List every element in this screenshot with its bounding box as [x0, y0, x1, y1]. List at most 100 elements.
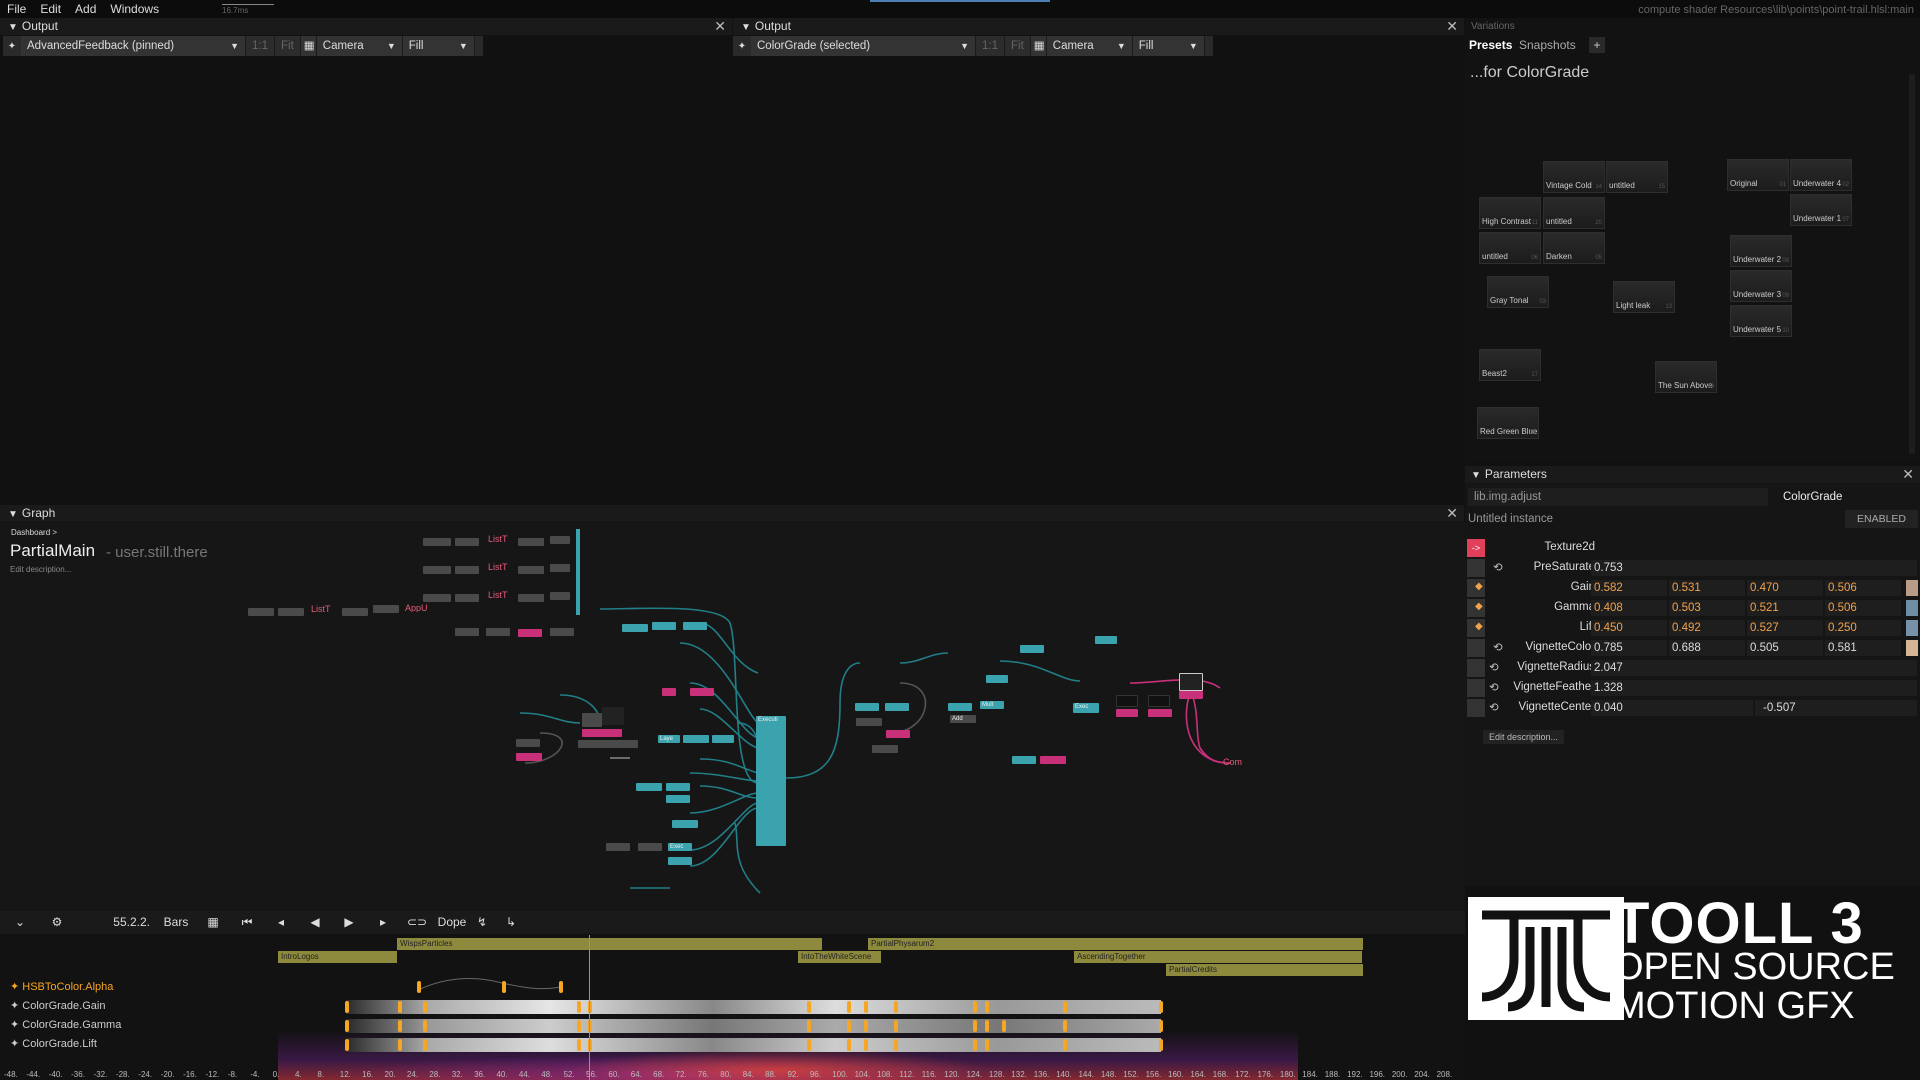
snap-icon[interactable]: ↯: [470, 915, 494, 929]
param-toggle[interactable]: [1467, 659, 1485, 677]
graph-node[interactable]: [248, 608, 274, 616]
menu-windows[interactable]: Windows: [103, 0, 166, 18]
preset-tile[interactable]: Original 01: [1727, 159, 1789, 191]
operator-dropdown[interactable]: AdvancedFeedback (pinned) ▼: [21, 36, 246, 56]
graph-node-exec[interactable]: Exec: [1073, 703, 1099, 713]
graph-node-list[interactable]: ListT: [486, 563, 516, 571]
collapse-icon[interactable]: ▼: [741, 19, 751, 36]
graph-node[interactable]: [1040, 756, 1066, 764]
keyframe[interactable]: [1063, 1039, 1067, 1051]
keyframe[interactable]: [1063, 1001, 1067, 1013]
preset-tile[interactable]: Underwater 2 08: [1730, 235, 1792, 267]
step-back-icon[interactable]: ◂: [264, 915, 298, 929]
fill-dropdown[interactable]: Fill ▼: [402, 36, 475, 56]
graph-node[interactable]: [712, 735, 734, 743]
param-value-a[interactable]: 0.581: [1825, 640, 1901, 656]
graph-node-list[interactable]: ListT: [486, 535, 516, 543]
preset-tile[interactable]: untitled 06: [1479, 232, 1541, 264]
keyframe[interactable]: [973, 1001, 977, 1013]
keyframe[interactable]: [577, 1039, 581, 1051]
graph-node-multiply[interactable]: Mult: [980, 701, 1004, 709]
keyframe[interactable]: [973, 1020, 977, 1032]
param-value-g[interactable]: 0.492: [1669, 620, 1745, 636]
graph-node-execute[interactable]: Executi: [756, 716, 786, 846]
instance-name[interactable]: Untitled instance: [1468, 513, 1553, 525]
param-value-r[interactable]: 0.582: [1591, 580, 1667, 596]
keyframe[interactable]: [985, 1020, 989, 1032]
param-value-b[interactable]: 0.470: [1747, 580, 1823, 596]
keyframe[interactable]: [345, 1039, 349, 1051]
color-swatch[interactable]: [1906, 620, 1918, 636]
graph-node[interactable]: [885, 703, 909, 711]
keyframe[interactable]: [1159, 1001, 1163, 1013]
graph-node-app[interactable]: AppU: [403, 604, 433, 612]
animated-keyframe-icon[interactable]: ◆: [1475, 601, 1483, 612]
one-to-one-button[interactable]: 1:1: [976, 36, 1005, 56]
param-value-g[interactable]: 0.531: [1669, 580, 1745, 596]
graph-node[interactable]: [622, 624, 648, 632]
tab-snapshots[interactable]: Snapshots: [1519, 38, 1576, 52]
param-value-g[interactable]: 0.688: [1669, 640, 1745, 656]
preset-tile[interactable]: Underwater 4 02: [1790, 159, 1852, 191]
graph-node[interactable]: [550, 536, 570, 544]
param-toggle[interactable]: [1467, 699, 1485, 717]
param-toggle[interactable]: [1467, 559, 1485, 577]
graph-node-thumbnail[interactable]: [1116, 695, 1138, 707]
graph-node[interactable]: [516, 753, 542, 761]
param-toggle[interactable]: [1467, 679, 1485, 697]
pin-icon[interactable]: ✦: [3, 41, 21, 52]
preset-tile[interactable]: Underwater 3 09: [1730, 270, 1792, 302]
preset-tile[interactable]: untitled 20: [1543, 197, 1605, 229]
param-value-g[interactable]: 0.503: [1669, 600, 1745, 616]
keyframe[interactable]: [423, 1020, 427, 1032]
graph-node[interactable]: [652, 622, 676, 630]
keyframe[interactable]: [577, 1001, 581, 1013]
graph-node[interactable]: [638, 843, 662, 851]
preset-tile[interactable]: Gray Tonal 03: [1487, 276, 1549, 308]
add-button[interactable]: +: [1589, 37, 1605, 53]
graph-node[interactable]: [856, 718, 882, 726]
preset-tile[interactable]: Darken 05: [1543, 232, 1605, 264]
graph-node-layer[interactable]: Laye: [658, 735, 680, 743]
graph-node[interactable]: [690, 688, 714, 696]
color-swatch[interactable]: [1906, 640, 1918, 656]
connect-input-button[interactable]: ->: [1467, 539, 1485, 557]
param-value-a[interactable]: 0.506: [1825, 600, 1901, 616]
keyframe[interactable]: [894, 1020, 898, 1032]
preset-tile[interactable]: The Sun Above 19: [1655, 361, 1717, 393]
graph-node-list[interactable]: ListT: [309, 605, 339, 613]
graph-node[interactable]: [636, 783, 662, 791]
param-value-r[interactable]: 0.785: [1591, 640, 1667, 656]
collapse-icon[interactable]: ▼: [1471, 470, 1481, 481]
close-icon[interactable]: ✕: [1902, 466, 1914, 482]
graph-node-thumbnail[interactable]: [602, 707, 624, 725]
graph-node[interactable]: [1179, 691, 1203, 699]
graph-node[interactable]: [486, 628, 510, 636]
keyframe[interactable]: [1002, 1020, 1006, 1032]
graph-node[interactable]: [550, 564, 570, 572]
chevron-down-icon[interactable]: ⌄: [0, 915, 40, 929]
graph-node[interactable]: [1116, 709, 1138, 717]
lift-track[interactable]: [346, 1038, 1161, 1052]
graph-node[interactable]: [666, 783, 690, 791]
scrollbar[interactable]: [1909, 74, 1915, 454]
color-swatch[interactable]: [1906, 580, 1918, 596]
graph-node[interactable]: [683, 622, 707, 630]
menu-edit[interactable]: Edit: [33, 0, 68, 18]
graph-node-add[interactable]: Add: [950, 715, 976, 723]
graph-node-thumbnail[interactable]: [582, 713, 602, 727]
animated-keyframe-icon[interactable]: ◆: [1475, 581, 1483, 592]
preset-tile[interactable]: Underwater 5 10: [1730, 305, 1792, 337]
graph-node[interactable]: [516, 739, 540, 747]
keyframe[interactable]: [985, 1001, 989, 1013]
timeline-panel[interactable]: WispsParticles IntroLogos PartialPhysaru…: [0, 935, 1465, 1080]
close-icon[interactable]: ✕: [714, 18, 726, 34]
keyframe[interactable]: [423, 1039, 427, 1051]
jump-start-icon[interactable]: ⏮: [230, 915, 264, 930]
param-value-r[interactable]: 0.450: [1591, 620, 1667, 636]
namespace-field[interactable]: lib.img.adjust: [1468, 488, 1768, 506]
graph-canvas[interactable]: Dashboard > PartialMain - user.still.the…: [0, 523, 1465, 909]
graph-node-exec[interactable]: Exec: [668, 843, 692, 851]
enabled-toggle[interactable]: ENABLED: [1845, 510, 1918, 528]
camera-dropdown[interactable]: Camera ▼: [316, 36, 403, 56]
